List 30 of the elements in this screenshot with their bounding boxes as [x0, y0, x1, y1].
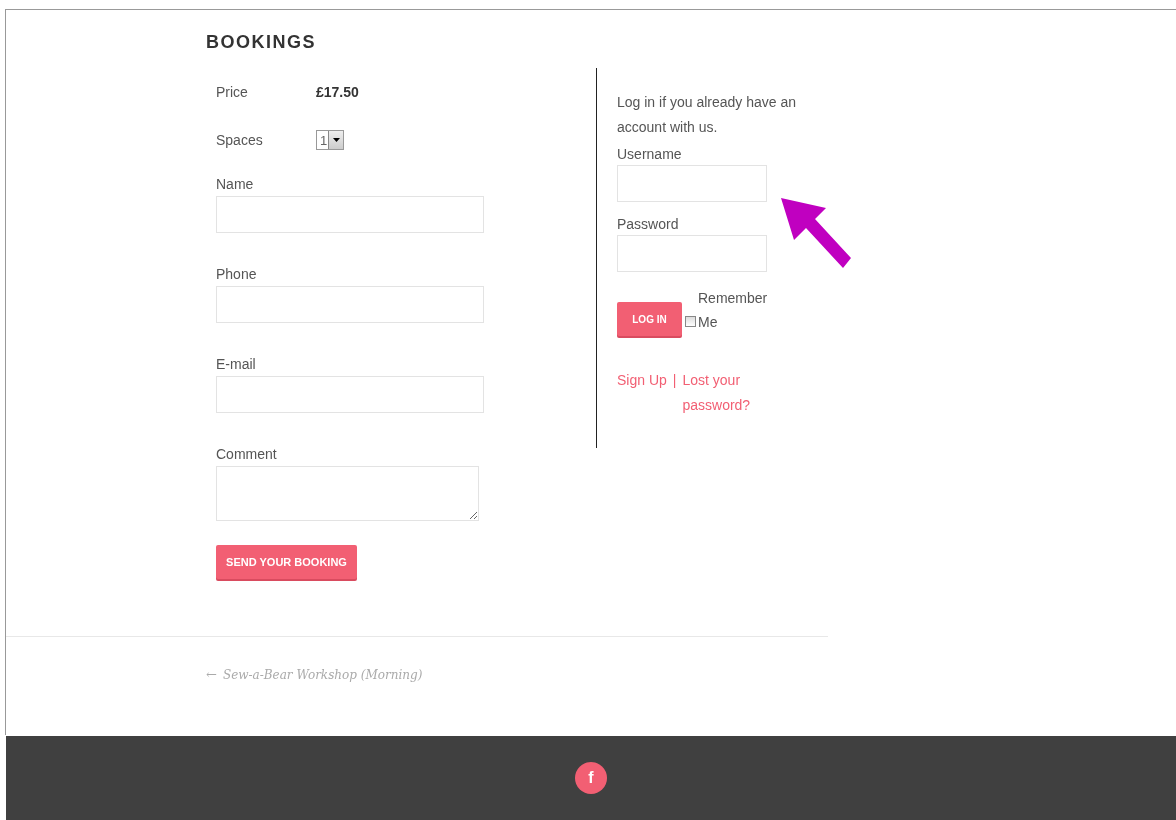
spaces-label: Spaces — [216, 132, 264, 148]
remember-checkbox[interactable] — [685, 316, 696, 327]
field-label: Name — [216, 176, 255, 192]
login-button[interactable]: LOG IN — [617, 302, 682, 336]
remember-label: Remember Me — [698, 289, 769, 332]
field-label: Comment — [216, 446, 278, 462]
input-field[interactable] — [617, 165, 767, 202]
field-label: Password — [617, 216, 680, 232]
comment-field[interactable] — [216, 466, 479, 521]
input-field[interactable] — [216, 196, 484, 233]
login-link[interactable]: Lost your password? — [682, 368, 773, 418]
pointer-arrow-icon — [781, 198, 851, 270]
facebook-link[interactable]: f — [575, 762, 607, 794]
field-label: Username — [617, 146, 683, 162]
field-label: Phone — [216, 266, 258, 282]
input-field[interactable] — [617, 235, 767, 272]
previous-post-link[interactable]: Sew-a-Bear Workshop (Morning) — [222, 667, 423, 682]
section-heading: BOOKINGS — [206, 31, 316, 54]
input-field[interactable] — [216, 376, 484, 413]
price-label: Price — [216, 84, 249, 100]
caret-icon — [332, 138, 340, 142]
spaces-dropdown[interactable]: 1 — [316, 130, 345, 150]
login-intro: Log in if you already have an account with us. — [617, 93, 797, 137]
input-field[interactable] — [216, 286, 484, 323]
previous-arrow: ← — [206, 667, 217, 682]
login-link[interactable]: Sign Up — [617, 368, 667, 393]
price-value: £17.50 — [316, 84, 359, 100]
field-label: E-mail — [216, 356, 257, 372]
send-booking-button[interactable]: SEND YOUR BOOKING — [216, 545, 357, 579]
link-separator: | — [672, 372, 677, 388]
